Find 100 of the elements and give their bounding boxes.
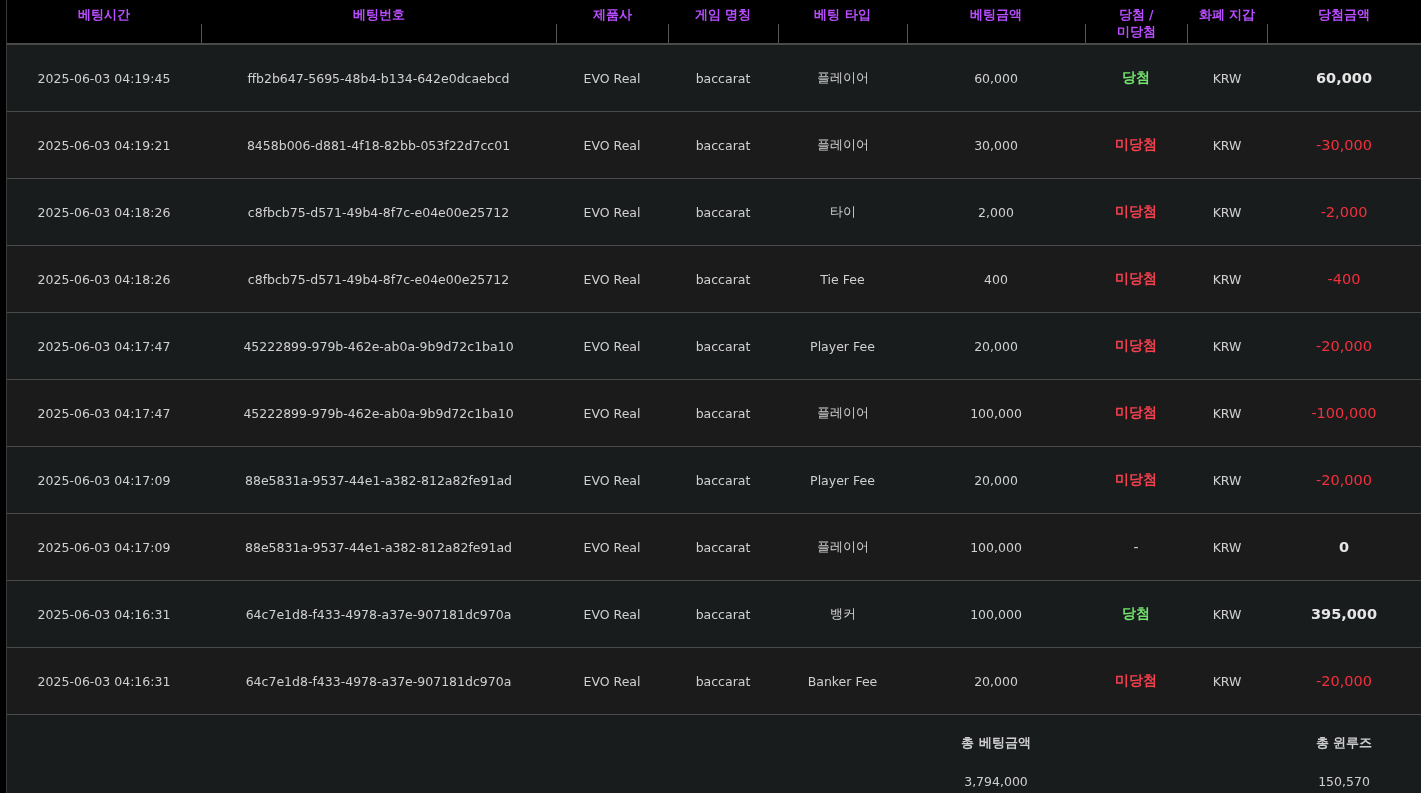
table-cell: baccarat [695, 271, 751, 287]
table-cell: EVO Real [583, 70, 641, 86]
table-cell: 100,000 [970, 405, 1022, 421]
table-cell: 2025-06-03 04:17:09 [37, 472, 171, 488]
payout-amount: 395,000 [1310, 606, 1377, 622]
table-cell: baccarat [695, 70, 751, 86]
result-status: 미당첨 [1115, 471, 1157, 489]
table-cell: KRW [1212, 606, 1242, 622]
table-cell: 플레이어 [816, 69, 869, 87]
table-cell: Player Fee [810, 472, 875, 488]
table-cell: 8458b006-d881-4f18-82bb-053f22d7cc01 [246, 137, 511, 153]
table-cell: 2025-06-03 04:19:21 [37, 137, 171, 153]
payout-amount: -20,000 [1316, 673, 1372, 689]
column-header: 베팅번호 [352, 6, 405, 23]
table-cell: 타이 [829, 203, 856, 221]
table-cell: 뱅커 [829, 605, 856, 623]
table-cell: KRW [1212, 472, 1242, 488]
payout-amount: -20,000 [1316, 472, 1372, 488]
payout-amount: -400 [1327, 271, 1361, 287]
table-cell: EVO Real [583, 472, 641, 488]
payout-amount: -20,000 [1316, 338, 1372, 354]
table-cell: 88e5831a-9537-44e1-a382-812a82fe91ad [245, 539, 512, 555]
total-label: 총 베팅금액 [961, 735, 1031, 752]
table-cell: 20,000 [974, 673, 1018, 689]
table-cell: 45222899-979b-462e-ab0a-9b9d72c1ba10 [243, 405, 514, 421]
table-cell: KRW [1212, 673, 1242, 689]
table-cell: baccarat [695, 606, 751, 622]
table-cell: 2025-06-03 04:18:26 [37, 204, 171, 220]
result-status: 미당첨 [1115, 203, 1157, 221]
table-cell: 64c7e1d8-f433-4978-a37e-907181dc970a [245, 673, 512, 689]
table-cell: 2025-06-03 04:16:31 [37, 673, 171, 689]
table-cell: EVO Real [583, 539, 641, 555]
column-header: 베팅 타입 [814, 6, 871, 23]
table-cell: 2025-06-03 04:17:47 [37, 338, 171, 354]
table-cell: 2,000 [978, 204, 1014, 220]
table-cell: 60,000 [974, 70, 1018, 86]
total-value: 3,794,000 [964, 774, 1028, 789]
table-cell: c8fbcb75-d571-49b4-8f7c-e04e00e25712 [247, 271, 510, 287]
table-cell: Banker Fee [807, 673, 878, 689]
payout-amount: 0 [1338, 539, 1350, 555]
table-cell: c8fbcb75-d571-49b4-8f7c-e04e00e25712 [247, 204, 510, 220]
table-cell: 45222899-979b-462e-ab0a-9b9d72c1ba10 [243, 338, 514, 354]
table-cell: EVO Real [583, 137, 641, 153]
total-value: 150,570 [1318, 774, 1370, 789]
table-cell: baccarat [695, 204, 751, 220]
table-cell: EVO Real [583, 271, 641, 287]
table-cell: baccarat [695, 673, 751, 689]
payout-amount: 60,000 [1316, 70, 1372, 86]
table-cell: EVO Real [583, 606, 641, 622]
column-header: 화폐 지갑 [1198, 6, 1256, 23]
result-status: 미당첨 [1115, 337, 1157, 355]
column-header: 베팅금액 [970, 6, 1022, 23]
column-header: 당첨 / 미당첨 [1115, 6, 1157, 40]
result-status: 미당첨 [1115, 136, 1157, 154]
table-cell: 플레이어 [816, 538, 869, 556]
table-cell: baccarat [695, 338, 751, 354]
table-cell: 2025-06-03 04:17:09 [37, 539, 171, 555]
table-cell: 2025-06-03 04:19:45 [37, 70, 171, 86]
table-cell: 30,000 [974, 137, 1018, 153]
payout-amount: -30,000 [1316, 137, 1372, 153]
result-status: 당첨 [1122, 69, 1150, 87]
column-header: 당첨금액 [1318, 6, 1370, 23]
table-cell: 2025-06-03 04:18:26 [37, 271, 171, 287]
table-cell: 20,000 [974, 338, 1018, 354]
table-cell: 2025-06-03 04:17:47 [37, 405, 171, 421]
table-cell: KRW [1212, 338, 1242, 354]
table-cell: KRW [1212, 405, 1242, 421]
payout-amount: -2,000 [1320, 204, 1368, 220]
table-cell: ffb2b647-5695-48b4-b134-642e0dcaebcd [247, 70, 510, 86]
table-cell: KRW [1212, 539, 1242, 555]
table-cell: KRW [1212, 70, 1242, 86]
result-status: - [1133, 539, 1139, 555]
table-cell: 100,000 [970, 539, 1022, 555]
table-cell: 88e5831a-9537-44e1-a382-812a82fe91ad [245, 472, 512, 488]
table-cell: 플레이어 [816, 404, 869, 422]
table-cell: 100,000 [970, 606, 1022, 622]
table-cell: EVO Real [583, 405, 641, 421]
result-status: 미당첨 [1115, 404, 1157, 422]
table-cell: Player Fee [810, 338, 875, 354]
table-cell: baccarat [695, 472, 751, 488]
total-label: 총 윈루즈 [1315, 735, 1373, 752]
column-header: 제품사 [592, 6, 632, 23]
table-cell: baccarat [695, 137, 751, 153]
table-cell: baccarat [695, 539, 751, 555]
column-header: 게임 명칭 [694, 6, 752, 23]
table-cell: KRW [1212, 137, 1242, 153]
table-cell: 2025-06-03 04:16:31 [37, 606, 171, 622]
result-status: 미당첨 [1115, 270, 1157, 288]
result-status: 당첨 [1122, 605, 1150, 623]
table-cell: EVO Real [583, 338, 641, 354]
result-status: 미당첨 [1115, 672, 1157, 690]
table-cell: Tie Fee [820, 271, 865, 287]
table-cell: 플레이어 [816, 136, 869, 154]
table-cell: baccarat [695, 405, 751, 421]
column-header: 베팅시간 [78, 6, 130, 23]
table-cell: EVO Real [583, 204, 641, 220]
table-cell: KRW [1212, 271, 1242, 287]
table-cell: KRW [1212, 204, 1242, 220]
table-cell: 64c7e1d8-f433-4978-a37e-907181dc970a [245, 606, 512, 622]
payout-amount: -100,000 [1311, 405, 1377, 421]
